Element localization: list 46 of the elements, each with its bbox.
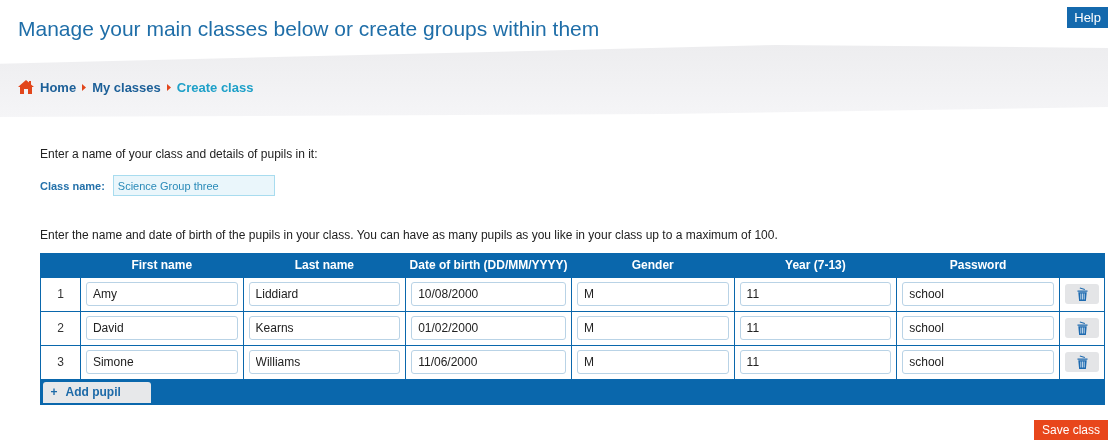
add-pupil-button[interactable]: + Add pupil [42, 381, 151, 403]
table-input-field[interactable]: Simone [85, 350, 238, 374]
help-button[interactable]: Help [1067, 7, 1108, 28]
table-input-field[interactable]: M [576, 282, 729, 306]
table-input-field[interactable]: M [576, 316, 729, 340]
table-input-field[interactable]: 01/02/2000 [411, 316, 566, 340]
instructions-text: Enter the name and date of birth of the pupils in your class. You can have as many pupils as you like in your class up to a maximum of 100. [40, 228, 779, 242]
breadcrumb-link[interactable]: Home [40, 79, 77, 95]
table-input-field[interactable]: Williams [248, 350, 401, 374]
intro-text: Enter a name of your class and details of pupils in it: [40, 147, 319, 161]
column-header: Last name [243, 253, 406, 277]
page-title: Manage your main classes below or create groups within them [18, 17, 600, 41]
delete-button[interactable] [1065, 284, 1099, 304]
separator-icon [166, 83, 171, 91]
column-header: Date of birth (DD/MM/YYYY) [405, 253, 572, 277]
save-class-button[interactable]: Save class [1033, 419, 1108, 440]
trash-icon [1076, 287, 1088, 301]
class-name-label: Class name: [40, 179, 105, 192]
table-input-field[interactable]: David [85, 316, 238, 340]
row-number: 3 [40, 345, 81, 379]
class-name-field[interactable]: Science Group three [112, 175, 275, 196]
table-input-field[interactable]: school [902, 316, 1054, 340]
table-input-field[interactable]: M [576, 350, 729, 374]
table-input-field[interactable]: school [902, 282, 1054, 306]
delete-button[interactable] [1065, 318, 1099, 338]
table-input-field[interactable]: Kearns [248, 316, 401, 340]
table-input-field[interactable]: Amy [85, 282, 238, 306]
column-header: First name [80, 253, 244, 277]
table-input-field[interactable]: 11 [739, 316, 892, 340]
row-number: 2 [40, 311, 81, 345]
row-number: 1 [40, 277, 81, 311]
table-input-field[interactable]: 11 [739, 282, 892, 306]
column-header: Gender [571, 253, 735, 277]
home-icon[interactable] [18, 80, 34, 94]
trash-icon [1076, 321, 1088, 335]
table-input-field[interactable]: Liddiard [248, 282, 401, 306]
table-input-field[interactable]: 10/08/2000 [411, 282, 566, 306]
table-input-field[interactable]: 11/06/2000 [411, 350, 566, 374]
delete-button[interactable] [1065, 352, 1099, 372]
breadcrumb-link[interactable]: My classes [92, 79, 161, 95]
column-header: Password [896, 253, 1060, 277]
table-input-field[interactable]: school [902, 350, 1054, 374]
trash-icon [1076, 355, 1088, 369]
separator-icon [82, 83, 87, 91]
column-header: Year (7-13) [734, 253, 897, 277]
table-input-field[interactable]: 11 [739, 350, 892, 374]
